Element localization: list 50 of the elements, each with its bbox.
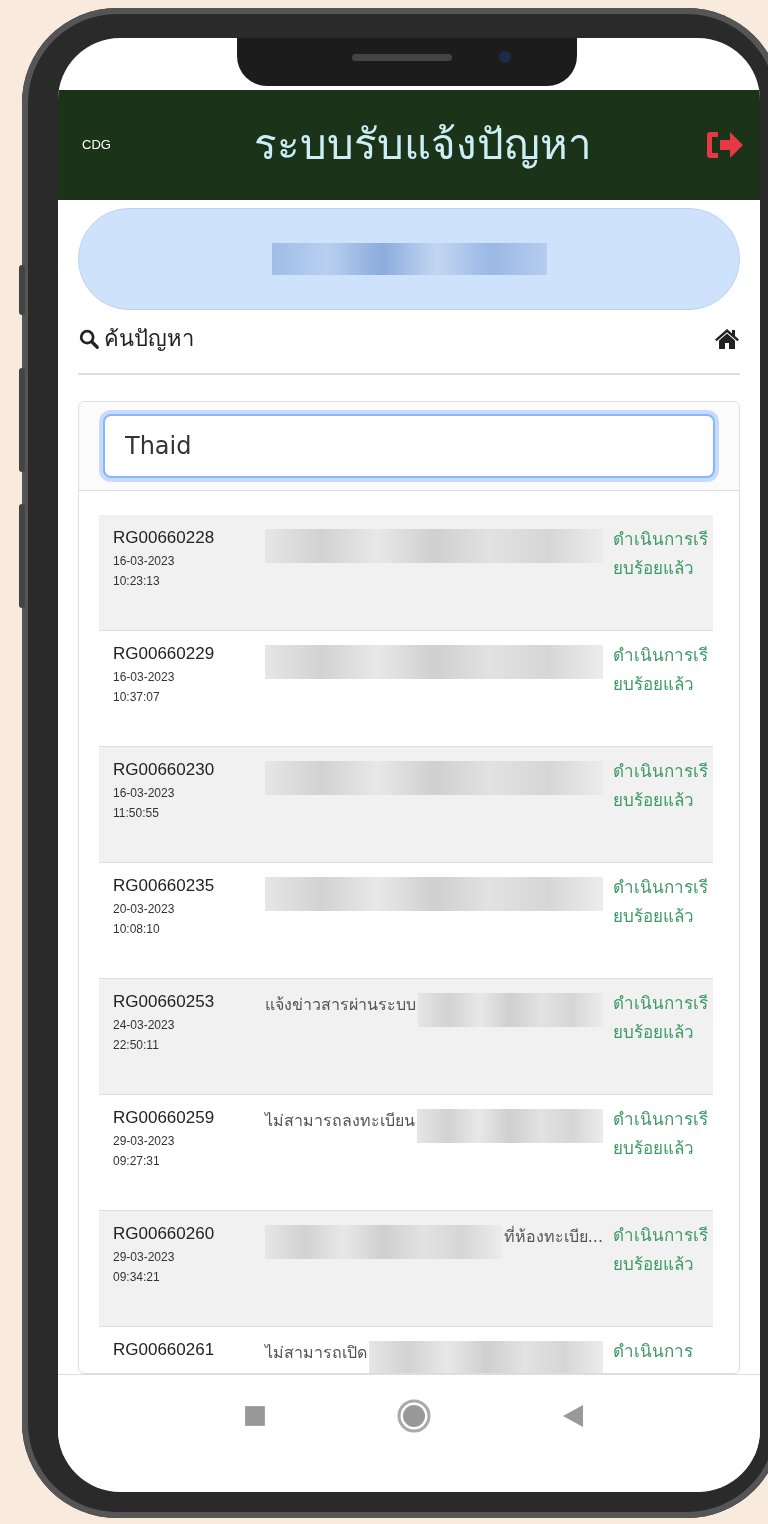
ticket-status: ดำเนินการเรียบร้อยแล้ว xyxy=(613,760,709,812)
ticket-row[interactable]: RG00660228 16-03-2023 10:23:13 ดำเนินการเรียบร้อยแล้ว xyxy=(99,515,713,631)
search-field[interactable]: Thaid xyxy=(103,414,715,478)
ticket-description: ไม่สามารถลงทะเบียน xyxy=(265,1110,415,1132)
ticket-status: ดำเนินการเรียบร้อยแล้ว xyxy=(613,992,709,1044)
ticket-status: ดำเนินการเรียบร้อยแล้ว xyxy=(613,644,709,696)
ticket-id: RG00660235 xyxy=(113,875,216,897)
ticket-id: RG00660230 xyxy=(113,759,216,781)
ticket-status: ดำเนินการเรียบร้อยแล้ว xyxy=(613,528,709,580)
recents-icon[interactable] xyxy=(243,1404,266,1427)
ticket-row[interactable]: RG00660235 20-03-2023 10:08:10 ดำเนินการเรียบร้อยแล้ว xyxy=(99,863,713,979)
back-icon[interactable] xyxy=(562,1403,585,1428)
ticket-status: ดำเนินการเรียบร้อยแล้ว xyxy=(613,1108,709,1160)
home-icon[interactable] xyxy=(714,327,740,350)
ticket-time: 09:34:21 xyxy=(113,1268,161,1286)
ticket-row[interactable]: RG00660259 29-03-2023 09:27:31 ไม่สามารถลงทะเบียน ดำเนินการเรียบร้อยแล้ว xyxy=(99,1095,713,1211)
ticket-description: ที่ห้องทะเบีย... xyxy=(503,1225,603,1248)
section-title: ค้นปัญหา xyxy=(104,325,194,353)
ticket-date: 16-03-2023 xyxy=(113,552,176,570)
ticket-status: ดำเนินการเรียบร้อยแล้ว xyxy=(613,1224,709,1276)
ticket-time: 10:08:10 xyxy=(113,920,161,938)
ticket-description: แจ้งข่าวสารผ่านระบบ xyxy=(265,994,416,1016)
search-icon xyxy=(78,327,100,350)
ticket-date: 29-03-2023 xyxy=(113,1132,176,1150)
logo: CDG xyxy=(82,136,112,155)
ticket-id: RG00660259 xyxy=(113,1107,216,1129)
ticket-id: RG00660261 xyxy=(113,1339,216,1361)
home-button-icon[interactable] xyxy=(397,1398,431,1433)
ticket-id: RG00660253 xyxy=(113,991,216,1013)
ticket-status: ดำเนินการเรียบร้อยแล้ว xyxy=(613,876,709,928)
ticket-id: RG00660228 xyxy=(113,527,216,549)
ticket-id: RG00660260 xyxy=(113,1223,216,1245)
ticket-time: 09:27:31 xyxy=(113,1152,161,1170)
ticket-time: 11:50:55 xyxy=(113,804,160,822)
ticket-date: 29-03-2023 xyxy=(113,1248,176,1266)
ticket-date: 16-03-2023 xyxy=(113,784,176,802)
ticket-row[interactable]: RG00660230 16-03-2023 11:50:55 ดำเนินการเรียบร้อยแล้ว xyxy=(99,747,713,863)
ticket-row[interactable]: RG00660229 16-03-2023 10:37:07 ดำเนินการเรียบร้อยแล้ว xyxy=(99,631,713,747)
ticket-row[interactable]: RG00660260 29-03-2023 09:34:21 ที่ห้องทะเบีย... ดำเนินการเรียบร้อยแล้ว xyxy=(99,1211,713,1327)
ticket-status: ดำเนินการ xyxy=(613,1340,694,1363)
ticket-date: 24-03-2023 xyxy=(113,1016,176,1034)
ticket-time: 22:50:11 xyxy=(113,1036,160,1054)
ticket-id: RG00660229 xyxy=(113,643,216,665)
ticket-date: 16-03-2023 xyxy=(113,668,176,686)
ticket-date: 20-03-2023 xyxy=(113,900,176,918)
app-title: ระบบรับแจ้งปัญหา xyxy=(253,119,593,171)
ticket-time: 10:37:07 xyxy=(113,688,161,706)
ticket-row[interactable]: RG00660253 24-03-2023 22:50:11 แจ้งข่าวสารผ่านระบบ ดำเนินการเรียบร้อยแล้ว xyxy=(99,979,713,1095)
ticket-time: 10:23:13 xyxy=(113,572,161,590)
ticket-description: ไม่สามารถเปิด xyxy=(265,1342,367,1364)
